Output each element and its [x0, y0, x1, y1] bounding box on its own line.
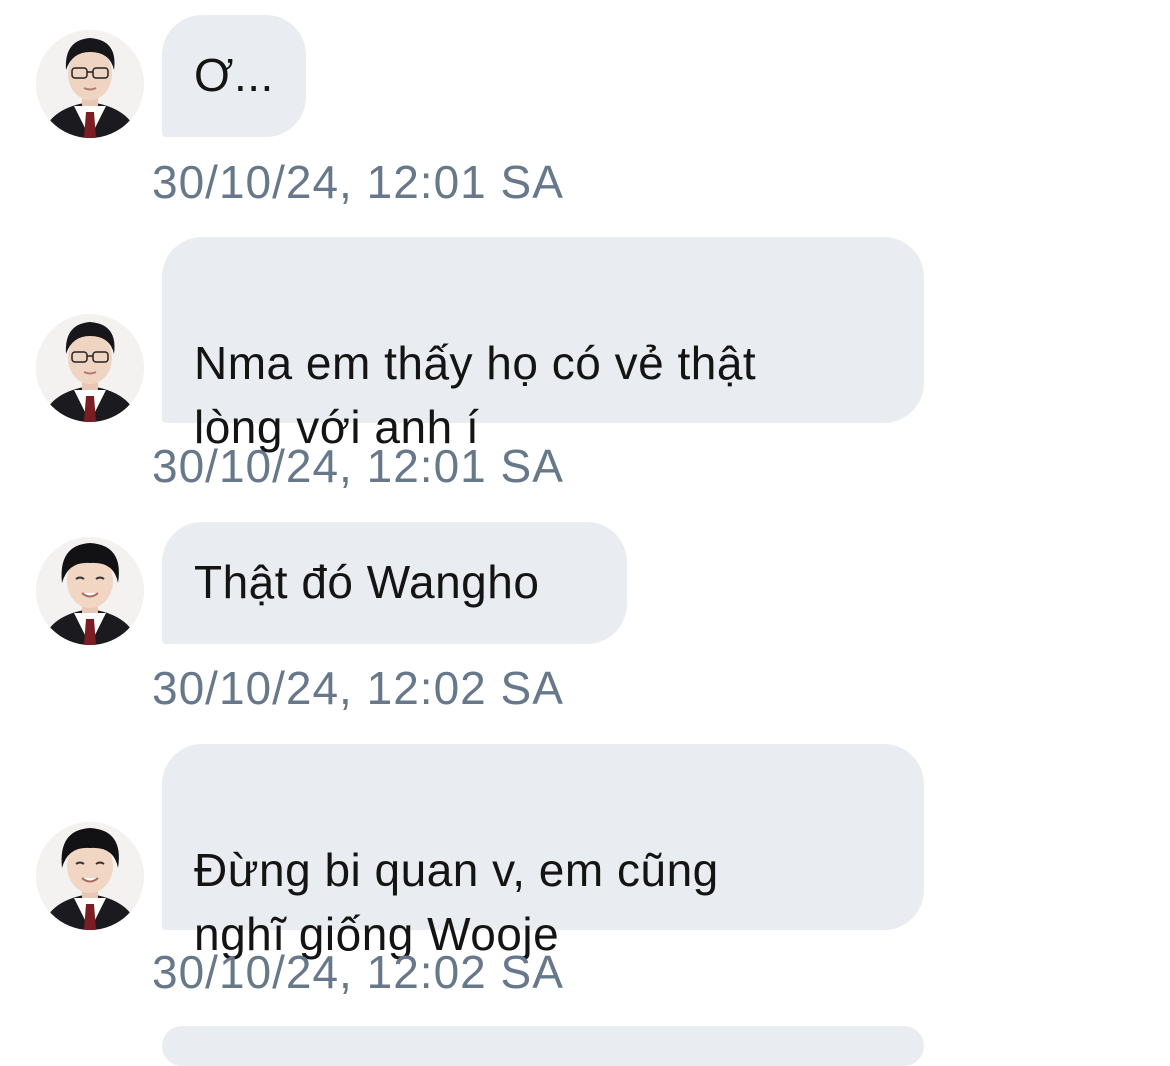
message-thread: Ơ... 30/10/24, 12:01 SA Nma em thấy họ c… — [0, 0, 1170, 1066]
message-text: Ơ... — [194, 49, 274, 101]
message-text: Đừng bi quan v, em cũng nghĩ giống Wooje — [194, 844, 719, 960]
message-bubble[interactable]: Đừng bi quan v, em cũng nghĩ giống Wooje — [162, 744, 924, 960]
message-text: Nma em thấy họ có vẻ thật lòng với anh í — [194, 337, 757, 453]
message-timestamp: 30/10/24, 12:02 SA — [152, 946, 564, 998]
sender-avatar[interactable] — [36, 537, 144, 645]
message-bubble[interactable]: Thật đó Wangho — [162, 522, 627, 644]
sender-avatar[interactable] — [36, 314, 144, 422]
message-bubble[interactable]: Ơ... — [162, 15, 306, 137]
avatar-photo-smiling — [36, 537, 144, 645]
message-text: Thật đó Wangho — [194, 556, 540, 608]
avatar-photo-smiling — [36, 822, 144, 930]
avatar-photo-glasses — [36, 30, 144, 138]
message-timestamp: 30/10/24, 12:01 SA — [152, 156, 564, 208]
message-bubble[interactable]: Nma em thấy họ có vẻ thật lòng với anh í — [162, 237, 924, 453]
message-timestamp: 30/10/24, 12:02 SA — [152, 662, 564, 714]
message-timestamp: 30/10/24, 12:01 SA — [152, 440, 564, 492]
avatar-photo-glasses — [36, 314, 144, 422]
sender-avatar[interactable] — [36, 30, 144, 138]
message-bubble-partial[interactable] — [162, 1026, 924, 1066]
sender-avatar[interactable] — [36, 822, 144, 930]
